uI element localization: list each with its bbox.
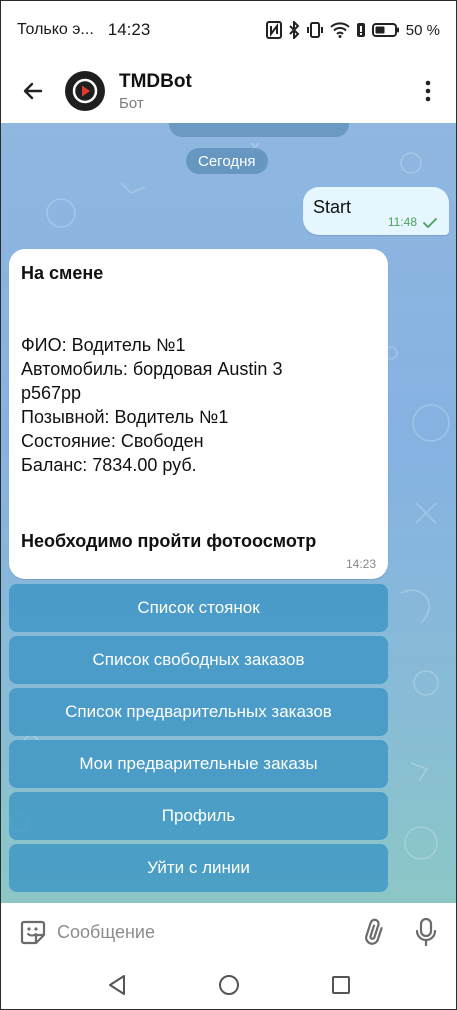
nav-home-icon [218,975,239,995]
battery-icon [371,23,399,37]
outgoing-message-text: Start [313,197,352,217]
chat-header: TMDBot Бот [1,59,456,123]
incoming-message-time: 14:23 [345,557,376,571]
paperclip-icon [365,918,383,945]
nav-recents-icon [331,976,350,994]
message-line: р567рр [21,383,82,403]
status-icons: 50 % [265,21,440,39]
read-check-icon [423,218,437,228]
chat-area[interactable]: Сегодня Start 11:48 На смене ФИО: Водите… [1,123,456,903]
keyboard-button-my-preorders[interactable]: Мои предварительные заказы [9,740,388,788]
incoming-message[interactable]: На смене ФИО: Водитель №1 Автомобиль: бо… [9,249,388,579]
message-title: На смене [21,263,104,283]
message-line: ФИО: Водитель №1 [21,335,186,355]
keyboard-button-go-offline[interactable]: Уйти с линии [9,844,388,892]
outgoing-message-time: 11:48 [387,215,417,229]
status-left: Только э... 14:23 [17,20,150,40]
arrow-left-icon [23,82,43,100]
nav-back-button[interactable] [97,965,137,1005]
microphone-icon [415,917,437,947]
bluetooth-icon [289,21,300,39]
message-line: Состояние: Свободен [21,431,204,451]
message-composer [1,903,456,961]
date-chip-label: Сегодня [198,152,256,170]
chat-title: TMDBot [119,70,192,92]
nfc-icon [265,21,282,39]
message-footer: Необходимо пройти фотоосмотр [21,531,317,551]
wifi-icon [330,22,350,38]
keyboard-button-free-orders[interactable]: Список свободных заказов [9,636,388,684]
nav-recents-button[interactable] [321,965,361,1005]
system-nav-bar [1,961,456,1009]
previous-date-chip [169,123,349,137]
status-carrier: Только э... [17,21,94,38]
nav-home-button[interactable] [209,965,249,1005]
sticker-button[interactable] [11,910,55,954]
battery-level: 50 % [405,21,440,39]
message-line: Баланс: 7834.00 руб. [21,455,197,475]
attach-button[interactable] [352,910,396,954]
more-vertical-icon [425,80,431,102]
outgoing-message[interactable]: Start 11:48 [303,187,449,235]
chat-info[interactable]: TMDBot Бот [119,71,192,112]
sticker-icon [20,920,46,945]
message-line: Автомобиль: бордовая Austin 3 [21,359,283,379]
bot-keyboard: Список стоянок Список свободных заказов … [9,584,388,896]
chat-subtitle: Бот [119,94,144,112]
mic-button[interactable] [404,910,448,954]
nav-back-icon [108,975,125,995]
keyboard-button-parking-list[interactable]: Список стоянок [9,584,388,632]
status-time: 14:23 [107,20,151,39]
alert-icon [356,23,365,37]
keyboard-button-preorders[interactable]: Список предварительных заказов [9,688,388,736]
message-input[interactable] [57,912,347,952]
play-logo-icon [72,78,98,104]
message-body: ФИО: Водитель №1 Автомобиль: бордовая Au… [21,333,376,477]
back-button[interactable] [5,63,61,119]
date-chip: Сегодня [186,148,268,174]
status-bar: Только э... 14:23 50 % [1,1,456,59]
message-line: Позывной: Водитель №1 [21,407,229,427]
keyboard-button-profile[interactable]: Профиль [9,792,388,840]
vibrate-icon [306,22,323,38]
avatar[interactable] [65,71,105,111]
menu-button[interactable] [406,63,450,119]
